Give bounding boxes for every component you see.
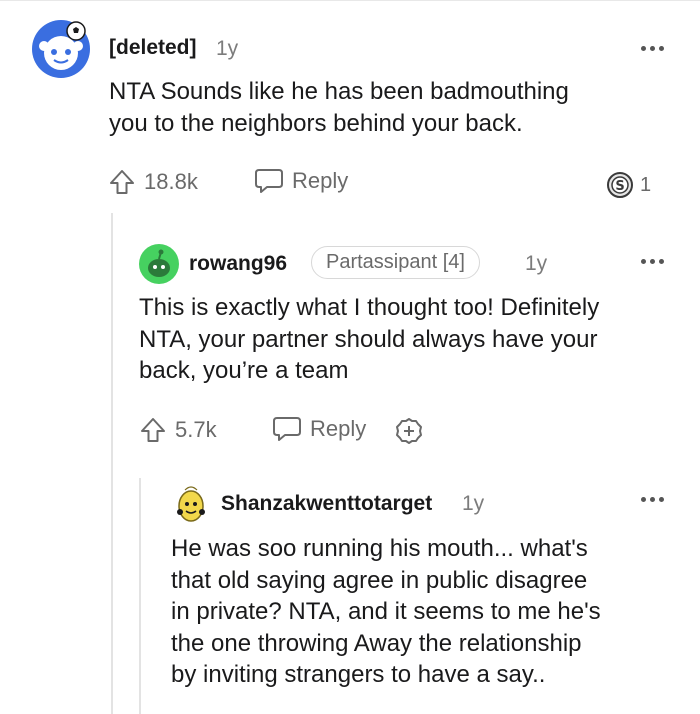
give-award-button[interactable] [394, 416, 424, 451]
comment-body-line: in private? NTA, and it seems to me he's [171, 598, 601, 625]
more-dots-icon [641, 46, 646, 51]
reply-label: Reply [310, 416, 367, 441]
comment-body: This is exactly what I thought too! Defi… [139, 292, 689, 387]
more-dots-icon [641, 497, 646, 502]
comment-body: NTA Sounds like he has been badmouthing … [109, 76, 669, 139]
upvote-button[interactable]: 5.7k [139, 416, 217, 444]
svg-text:S: S [615, 179, 624, 194]
comment-author[interactable]: rowang96 [189, 252, 287, 276]
thread-line[interactable] [139, 478, 141, 714]
upvote-button[interactable]: 18.8k [108, 168, 198, 196]
avatar[interactable] [139, 244, 179, 284]
avatar[interactable] [171, 482, 211, 524]
comment-timestamp: 1y [216, 37, 239, 60]
arrow-up-outline-icon [141, 418, 165, 442]
plus-badge-icon [396, 418, 422, 444]
comment-body: He was soo running his mouth... what's t… [171, 533, 691, 691]
user-flair: Partassipant [4] [311, 246, 480, 279]
upvote-count: 5.7k [175, 417, 217, 442]
more-options-button[interactable] [641, 259, 664, 264]
thread-line[interactable] [111, 213, 113, 714]
avatar[interactable] [32, 20, 90, 78]
top-divider [0, 0, 700, 1]
comment-author[interactable]: Shanzakwenttotarget [221, 492, 432, 516]
comment-body-line: NTA Sounds like he has been badmouthing [109, 78, 569, 105]
more-dots-icon [641, 259, 646, 264]
comment-body-line: that old saying agree in public disagree [171, 566, 588, 594]
more-options-button[interactable] [641, 497, 664, 502]
comment-body-line: back, you’re a team [139, 357, 349, 384]
award-button[interactable]: S 1 [606, 171, 651, 199]
reply-button[interactable]: Reply [272, 415, 366, 443]
comment-body-line: by inviting strangers to have a say.. [171, 661, 546, 688]
comment-timestamp: 1y [525, 252, 548, 275]
comment-author[interactable]: [deleted] [109, 36, 197, 60]
comment-body-line: NTA, your partner should always have you… [139, 325, 598, 353]
more-options-button[interactable] [641, 46, 664, 51]
comment-body-line: the one throwing Away the relationship [171, 629, 582, 657]
comment-body-line: He was soo running his mouth... what's [171, 535, 588, 562]
comment-body-line: you to the neighbors behind your back. [109, 109, 523, 137]
comment-timestamp: 1y [462, 492, 485, 515]
reply-button[interactable]: Reply [254, 167, 348, 195]
speech-bubble-icon [273, 417, 301, 441]
speech-bubble-icon [255, 169, 283, 193]
upvote-count: 18.8k [144, 169, 198, 194]
award-badge-icon: S [607, 172, 633, 198]
reply-label: Reply [292, 168, 349, 193]
award-count: 1 [640, 173, 652, 196]
comment-body-line: This is exactly what I thought too! Defi… [139, 294, 600, 321]
arrow-up-outline-icon [110, 170, 134, 194]
